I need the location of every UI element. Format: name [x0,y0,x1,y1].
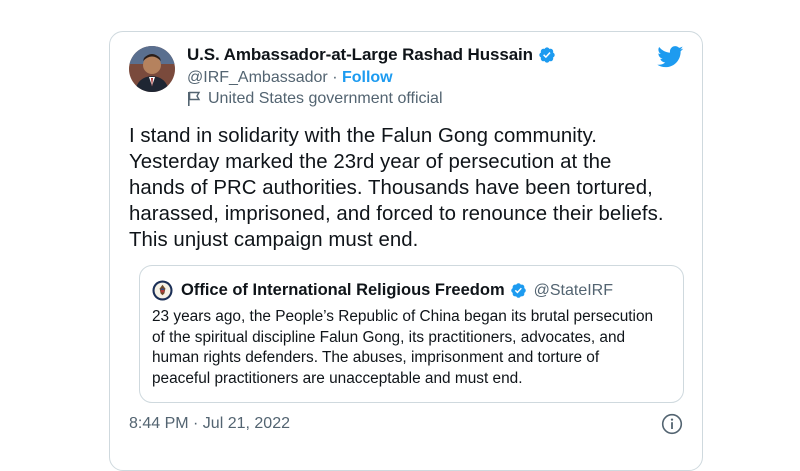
separator-dot: · [332,69,338,86]
author-handle-row: @IRF_Ambassador · Follow [187,69,393,87]
state-department-seal-icon[interactable] [152,280,173,301]
tweet-text: I stand in solidarity with the Falun Gon… [129,125,664,251]
government-label-text: United States government official [208,90,443,107]
quoted-tweet-text: 23 years ago, the People’s Republic of C… [152,308,654,387]
quoted-author-name[interactable]: Office of International Religious Freedo… [181,281,505,300]
quoted-tweet[interactable]: Office of International Religious Freedo… [139,265,684,403]
author-name-text[interactable]: U.S. Ambassador-at-Large Rashad Hussain [187,45,533,65]
author-name[interactable]: U.S. Ambassador-at-Large Rashad Hussain [187,45,556,65]
quoted-author-handle[interactable]: @StateIRF [534,282,613,300]
twitter-bird-icon[interactable] [657,46,684,68]
tweet-timestamp[interactable]: 8:44 PM · Jul 21, 2022 [129,415,290,433]
author-handle[interactable]: @IRF_Ambassador [187,69,328,86]
follow-button[interactable]: Follow [342,69,393,86]
flag-icon [188,91,201,106]
quoted-tweet-header: Office of International Religious Freedo… [152,280,613,301]
info-icon[interactable] [661,413,683,435]
author-avatar[interactable] [129,46,175,92]
tweet-card: U.S. Ambassador-at-Large Rashad Hussain … [109,31,703,471]
verified-badge-icon [510,283,526,298]
verified-badge-icon [539,47,555,63]
government-label: United States government official [187,90,443,108]
